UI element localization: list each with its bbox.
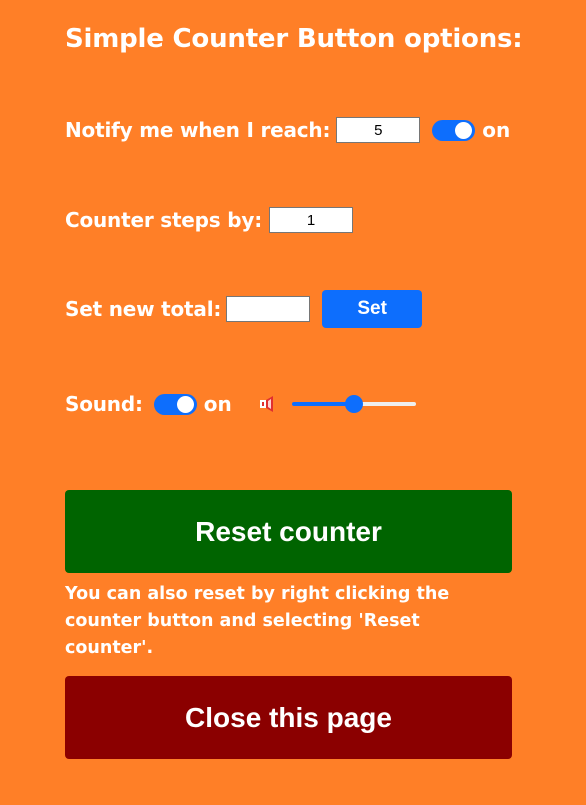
page-title: Simple Counter Button options: <box>65 24 523 54</box>
close-page-button[interactable]: Close this page <box>65 676 512 759</box>
reset-counter-button[interactable]: Reset counter <box>65 490 512 573</box>
toggle-knob <box>455 121 473 139</box>
reset-help-text: You can also reset by right clicking the… <box>65 584 450 658</box>
set-button[interactable]: Set <box>322 290 423 328</box>
notify-toggle[interactable] <box>432 119 476 141</box>
total-value-input[interactable] <box>226 296 311 322</box>
notify-toggle-text: on <box>482 118 511 142</box>
total-row: Set new total: Set <box>65 290 423 328</box>
steps-value-input[interactable] <box>269 207 354 233</box>
sound-toggle[interactable] <box>153 393 197 415</box>
sound-toggle-text: on <box>203 392 232 416</box>
toggle-knob <box>176 395 194 413</box>
sound-row: Sound: on <box>65 392 416 416</box>
total-label: Set new total: <box>65 297 222 321</box>
steps-row: Counter steps by: <box>65 207 354 233</box>
notify-row: Notify me when I reach: on <box>65 117 510 143</box>
sound-label: Sound: <box>65 392 143 416</box>
steps-label: Counter steps by: <box>65 208 263 232</box>
volume-slider-thumb[interactable] <box>344 395 363 413</box>
volume-slider-track <box>353 402 416 406</box>
speaker-icon[interactable] <box>258 394 278 414</box>
notify-label: Notify me when I reach: <box>65 118 331 142</box>
volume-slider[interactable] <box>291 395 416 413</box>
notify-value-input[interactable] <box>336 117 421 143</box>
